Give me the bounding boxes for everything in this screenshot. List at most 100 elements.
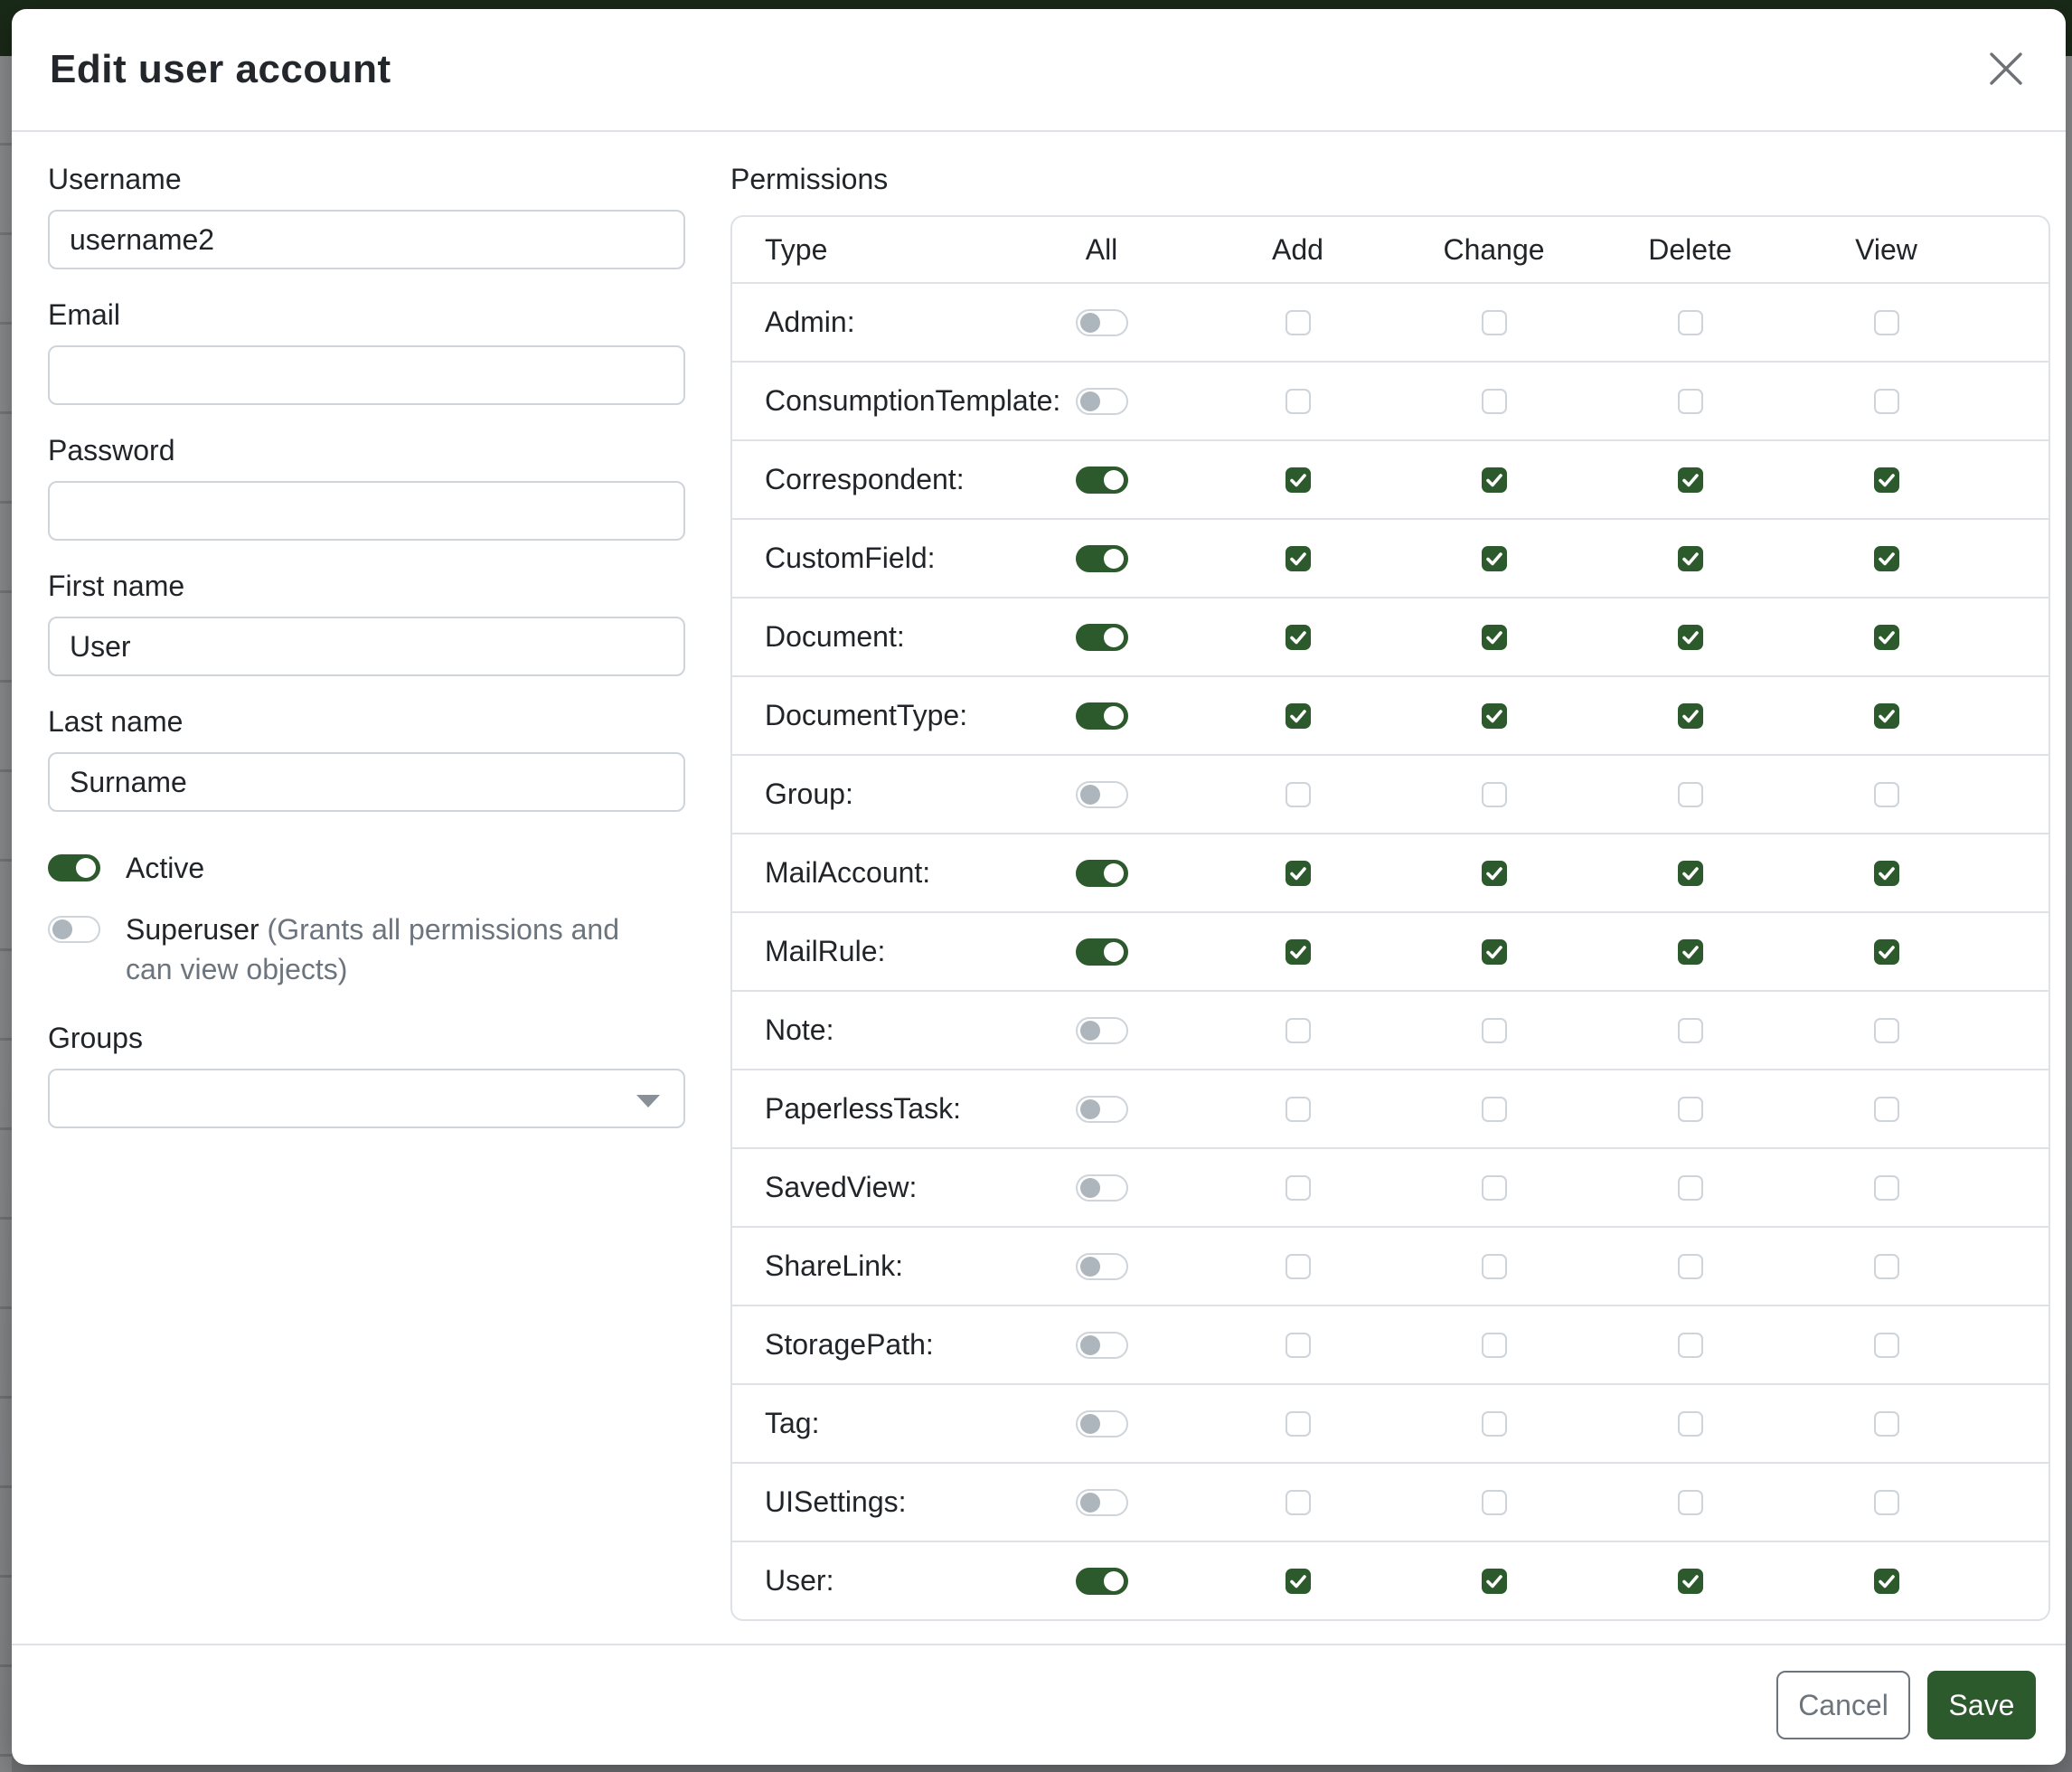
- delete-checkbox[interactable]: [1678, 782, 1703, 807]
- all-toggle[interactable]: [1076, 1096, 1128, 1123]
- save-button[interactable]: Save: [1927, 1671, 2036, 1739]
- change-checkbox[interactable]: [1482, 310, 1507, 335]
- all-toggle[interactable]: [1076, 1017, 1128, 1044]
- add-checkbox[interactable]: [1286, 310, 1311, 335]
- add-checkbox[interactable]: [1286, 546, 1311, 571]
- change-checkbox[interactable]: [1482, 467, 1507, 493]
- username-input[interactable]: [48, 210, 685, 269]
- delete-checkbox[interactable]: [1678, 1333, 1703, 1358]
- all-toggle[interactable]: [1076, 1489, 1128, 1516]
- change-checkbox[interactable]: [1482, 389, 1507, 414]
- view-checkbox[interactable]: [1874, 1333, 1899, 1358]
- all-toggle[interactable]: [1076, 1568, 1128, 1595]
- change-checkbox[interactable]: [1482, 1097, 1507, 1122]
- delete-checkbox[interactable]: [1678, 310, 1703, 335]
- change-checkbox[interactable]: [1482, 1333, 1507, 1358]
- add-checkbox[interactable]: [1286, 625, 1311, 650]
- all-toggle[interactable]: [1076, 388, 1128, 415]
- add-checkbox[interactable]: [1286, 1175, 1311, 1201]
- view-checkbox[interactable]: [1874, 1097, 1899, 1122]
- all-toggle[interactable]: [1076, 938, 1128, 966]
- delete-checkbox[interactable]: [1678, 861, 1703, 886]
- add-checkbox[interactable]: [1286, 1333, 1311, 1358]
- delete-checkbox[interactable]: [1678, 625, 1703, 650]
- change-checkbox[interactable]: [1482, 703, 1507, 729]
- view-checkbox[interactable]: [1874, 310, 1899, 335]
- change-checkbox[interactable]: [1482, 546, 1507, 571]
- view-checkbox[interactable]: [1874, 703, 1899, 729]
- change-checkbox[interactable]: [1482, 939, 1507, 965]
- view-checkbox[interactable]: [1874, 1175, 1899, 1201]
- add-checkbox[interactable]: [1286, 467, 1311, 493]
- change-checkbox[interactable]: [1482, 1254, 1507, 1279]
- view-checkbox[interactable]: [1874, 546, 1899, 571]
- view-checkbox[interactable]: [1874, 1018, 1899, 1043]
- delete-checkbox[interactable]: [1678, 467, 1703, 493]
- add-checkbox[interactable]: [1286, 1569, 1311, 1594]
- change-checkbox[interactable]: [1482, 625, 1507, 650]
- add-checkbox[interactable]: [1286, 703, 1311, 729]
- view-checkbox[interactable]: [1874, 625, 1899, 650]
- delete-checkbox[interactable]: [1678, 389, 1703, 414]
- all-toggle[interactable]: [1076, 1410, 1128, 1437]
- all-toggle[interactable]: [1076, 860, 1128, 887]
- delete-checkbox[interactable]: [1678, 1254, 1703, 1279]
- add-checkbox[interactable]: [1286, 861, 1311, 886]
- add-checkbox[interactable]: [1286, 782, 1311, 807]
- first-name-input[interactable]: [48, 617, 685, 676]
- add-checkbox[interactable]: [1286, 1018, 1311, 1043]
- delete-checkbox[interactable]: [1678, 703, 1703, 729]
- all-toggle[interactable]: [1076, 1253, 1128, 1280]
- all-toggle[interactable]: [1076, 309, 1128, 336]
- change-checkbox[interactable]: [1482, 782, 1507, 807]
- view-checkbox[interactable]: [1874, 1490, 1899, 1515]
- permission-type-label: Document:: [732, 620, 1003, 654]
- add-checkbox[interactable]: [1286, 939, 1311, 965]
- all-toggle[interactable]: [1076, 1332, 1128, 1359]
- change-checkbox[interactable]: [1482, 1411, 1507, 1437]
- delete-checkbox[interactable]: [1678, 1175, 1703, 1201]
- view-checkbox[interactable]: [1874, 1569, 1899, 1594]
- all-toggle[interactable]: [1076, 781, 1128, 808]
- add-checkbox[interactable]: [1286, 1490, 1311, 1515]
- password-input[interactable]: [48, 481, 685, 541]
- change-checkbox[interactable]: [1482, 1569, 1507, 1594]
- groups-select[interactable]: [48, 1069, 685, 1128]
- change-checkbox[interactable]: [1482, 861, 1507, 886]
- change-checkbox[interactable]: [1482, 1018, 1507, 1043]
- permission-row: Admin:: [732, 282, 2048, 361]
- delete-checkbox[interactable]: [1678, 1018, 1703, 1043]
- add-checkbox[interactable]: [1286, 1254, 1311, 1279]
- change-checkbox[interactable]: [1482, 1175, 1507, 1201]
- delete-checkbox[interactable]: [1678, 1097, 1703, 1122]
- delete-checkbox[interactable]: [1678, 546, 1703, 571]
- last-name-input[interactable]: [48, 752, 685, 812]
- view-checkbox[interactable]: [1874, 939, 1899, 965]
- change-checkbox[interactable]: [1482, 1490, 1507, 1515]
- all-toggle[interactable]: [1076, 1174, 1128, 1202]
- close-button[interactable]: [1981, 44, 2031, 95]
- delete-checkbox[interactable]: [1678, 1490, 1703, 1515]
- view-checkbox[interactable]: [1874, 782, 1899, 807]
- add-checkbox[interactable]: [1286, 389, 1311, 414]
- delete-checkbox[interactable]: [1678, 1569, 1703, 1594]
- all-toggle[interactable]: [1076, 702, 1128, 730]
- cancel-button[interactable]: Cancel: [1776, 1671, 1910, 1739]
- view-checkbox[interactable]: [1874, 389, 1899, 414]
- all-toggle[interactable]: [1076, 545, 1128, 572]
- email-input[interactable]: [48, 345, 685, 405]
- permission-type-label: MailAccount:: [732, 856, 1003, 890]
- permission-row: Group:: [732, 754, 2048, 833]
- view-checkbox[interactable]: [1874, 467, 1899, 493]
- active-toggle[interactable]: [48, 854, 100, 881]
- view-checkbox[interactable]: [1874, 1254, 1899, 1279]
- delete-checkbox[interactable]: [1678, 1411, 1703, 1437]
- all-toggle[interactable]: [1076, 467, 1128, 494]
- all-toggle[interactable]: [1076, 624, 1128, 651]
- superuser-toggle[interactable]: [48, 916, 100, 943]
- delete-checkbox[interactable]: [1678, 939, 1703, 965]
- add-checkbox[interactable]: [1286, 1097, 1311, 1122]
- view-checkbox[interactable]: [1874, 861, 1899, 886]
- view-checkbox[interactable]: [1874, 1411, 1899, 1437]
- add-checkbox[interactable]: [1286, 1411, 1311, 1437]
